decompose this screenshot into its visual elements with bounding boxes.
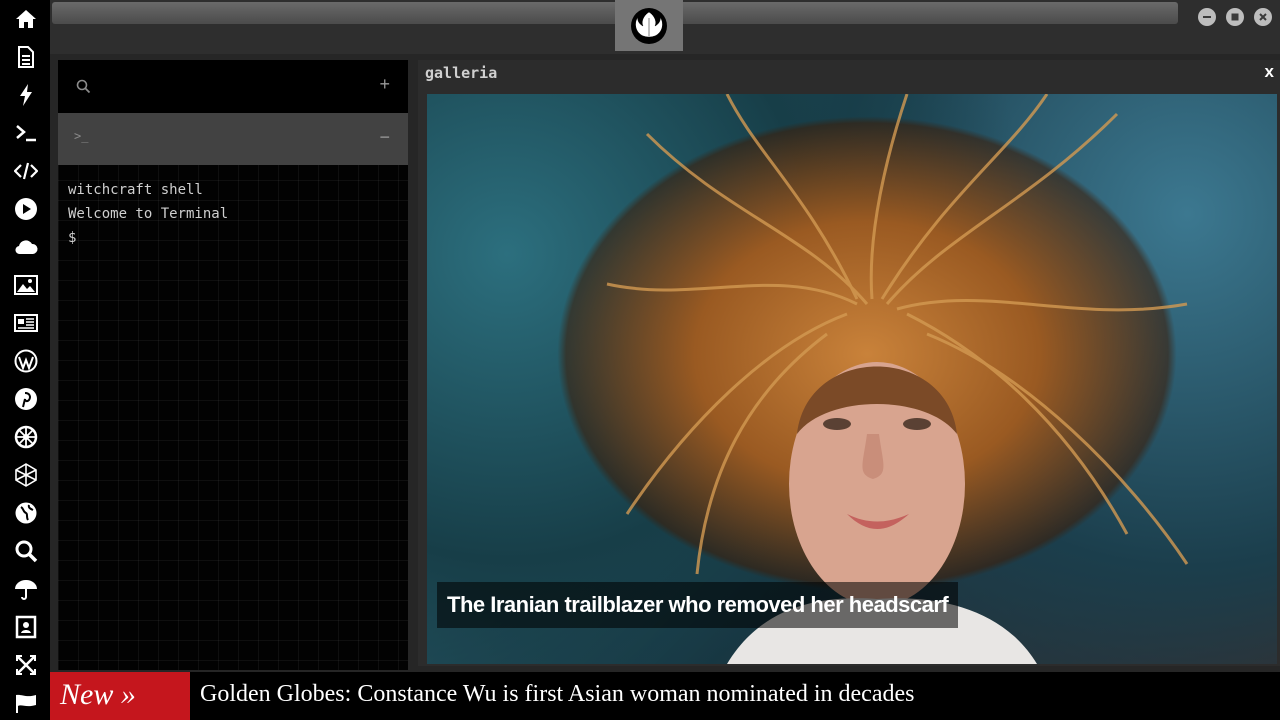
image-icon[interactable] [13, 272, 39, 298]
bolt-icon[interactable] [13, 82, 39, 108]
galleria-panel: galleria x The Iranian trailblazer who r… [418, 60, 1280, 666]
app-sidebar [0, 0, 50, 720]
code-icon[interactable] [13, 158, 39, 184]
photo-caption[interactable]: The Iranian trailblazer who removed her … [437, 582, 959, 628]
ticker-badge: New » [50, 672, 190, 720]
document-icon[interactable] [13, 44, 39, 70]
cloud-icon[interactable] [13, 234, 39, 260]
terminal-prompt: $ [68, 230, 77, 246]
minimize-button[interactable] [1198, 8, 1216, 26]
newspaper-icon[interactable] [13, 310, 39, 336]
terminal-panel: + >_ − witchcraft shell Welcome to Termi… [58, 60, 408, 670]
home-icon[interactable] [13, 6, 39, 32]
ticker-headline[interactable]: Golden Globes: Constance Wu is first Asi… [200, 672, 914, 716]
panel-title: galleria [425, 64, 498, 82]
collapse-terminal-button[interactable]: − [379, 127, 390, 148]
maximize-button[interactable] [1226, 8, 1244, 26]
terminal-icon[interactable] [13, 120, 39, 146]
terminal-tab[interactable]: >_ − [58, 113, 408, 165]
settings-wheel-icon[interactable] [13, 424, 39, 450]
close-window-button[interactable] [1254, 8, 1272, 26]
terminal-line: witchcraft shell [68, 182, 203, 198]
search-icon[interactable] [13, 538, 39, 564]
flag-icon[interactable] [13, 690, 39, 716]
terminal-output[interactable]: witchcraft shell Welcome to Terminal $ [68, 178, 228, 250]
globe-icon[interactable] [13, 500, 39, 526]
close-panel-button[interactable]: x [1265, 62, 1274, 82]
wordpress-icon[interactable] [13, 348, 39, 374]
umbrella-icon[interactable] [13, 576, 39, 602]
add-terminal-button[interactable]: + [379, 74, 390, 95]
pinterest-icon[interactable] [13, 386, 39, 412]
rebel-alliance-logo-icon [631, 8, 667, 44]
photo-illustration [606, 94, 1189, 664]
search-icon[interactable] [76, 79, 91, 94]
play-icon[interactable] [13, 196, 39, 222]
contact-icon[interactable] [13, 614, 39, 640]
expand-icon[interactable] [13, 652, 39, 678]
terminal-search-row: + [58, 60, 408, 113]
globe-wire-icon[interactable] [13, 462, 39, 488]
terminal-line: Welcome to Terminal [68, 206, 229, 222]
gallery-photo[interactable]: The Iranian trailblazer who removed her … [427, 94, 1277, 664]
top-bar [50, 0, 1280, 54]
news-ticker: New » Golden Globes: Constance Wu is fir… [50, 672, 1280, 720]
prompt-icon: >_ [74, 129, 89, 143]
